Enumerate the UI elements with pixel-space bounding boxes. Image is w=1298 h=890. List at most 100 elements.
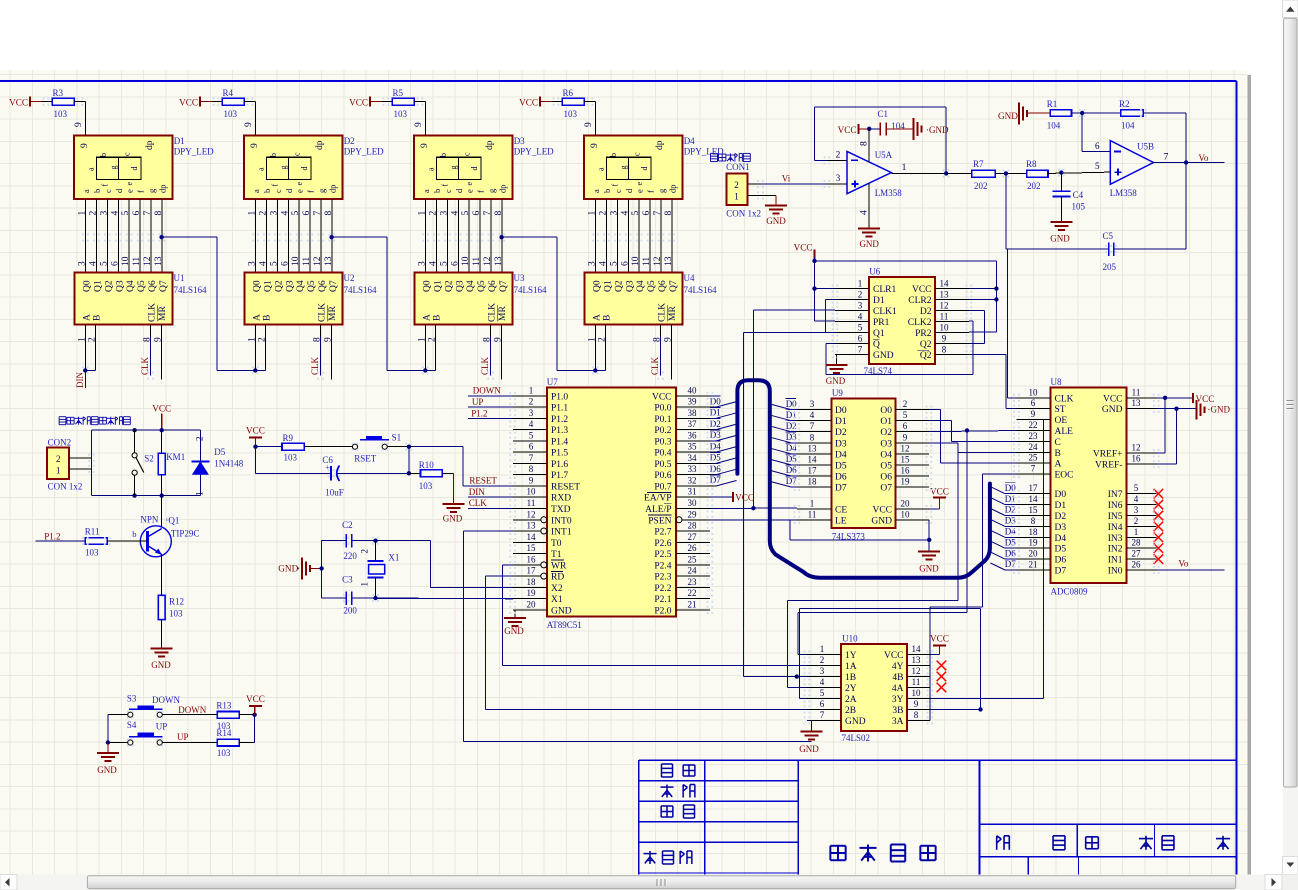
svg-text:6: 6 xyxy=(620,261,630,266)
svg-text:DOWN: DOWN xyxy=(152,695,180,705)
svg-text:4: 4 xyxy=(89,261,99,266)
svg-text:A: A xyxy=(422,314,432,321)
svg-text:9: 9 xyxy=(154,337,164,342)
svg-text:12: 12 xyxy=(483,256,493,266)
svg-text:CON 1x2: CON 1x2 xyxy=(726,209,761,219)
svg-text:GND: GND xyxy=(278,564,298,574)
svg-text:R9: R9 xyxy=(283,433,294,443)
svg-text:15: 15 xyxy=(901,454,911,464)
svg-text:3Y: 3Y xyxy=(892,695,904,705)
svg-text:P0.2: P0.2 xyxy=(654,426,671,436)
svg-text:D4: D4 xyxy=(835,450,847,460)
svg-text:c: c xyxy=(633,152,642,156)
svg-text:U1: U1 xyxy=(174,273,185,283)
svg-text:GND: GND xyxy=(799,744,819,754)
svg-text:D3: D3 xyxy=(835,439,847,449)
svg-text:103: 103 xyxy=(217,748,231,758)
svg-text:CON 1x2: CON 1x2 xyxy=(48,482,83,492)
svg-text:TIP29C: TIP29C xyxy=(171,529,200,539)
svg-text:ST: ST xyxy=(1055,405,1066,415)
svg-text:1: 1 xyxy=(587,337,597,342)
svg-text:20: 20 xyxy=(527,599,537,609)
svg-text:6: 6 xyxy=(280,261,290,266)
svg-text:D7: D7 xyxy=(1055,567,1067,577)
svg-text:Q2: Q2 xyxy=(614,280,624,292)
svg-text:5: 5 xyxy=(121,211,131,216)
svg-text:P0.0: P0.0 xyxy=(654,404,671,414)
svg-text:A: A xyxy=(592,314,602,321)
svg-text:3: 3 xyxy=(418,261,428,266)
svg-text:R14: R14 xyxy=(216,728,232,738)
svg-text:VCC: VCC xyxy=(1196,394,1215,404)
svg-text:a: a xyxy=(81,189,91,193)
svg-text:13: 13 xyxy=(664,256,674,266)
svg-text:6: 6 xyxy=(1095,141,1100,151)
svg-text:220: 220 xyxy=(343,551,357,561)
svg-text:6: 6 xyxy=(529,442,534,452)
svg-text:2: 2 xyxy=(87,337,97,342)
svg-text:B: B xyxy=(92,315,102,321)
svg-text:4: 4 xyxy=(259,261,269,266)
svg-text:D1: D1 xyxy=(1055,501,1067,511)
svg-text:c: c xyxy=(103,189,113,193)
svg-text:S1: S1 xyxy=(392,433,402,443)
svg-text:Q1: Q1 xyxy=(264,280,274,292)
svg-text:U4: U4 xyxy=(684,273,695,283)
svg-text:10: 10 xyxy=(291,256,301,266)
svg-text:9: 9 xyxy=(250,143,260,148)
svg-text:d: d xyxy=(470,167,479,171)
svg-text:U9: U9 xyxy=(832,388,843,398)
svg-text:D1: D1 xyxy=(174,136,185,146)
svg-text:c: c xyxy=(443,189,453,193)
svg-text:O2: O2 xyxy=(880,428,892,438)
svg-text:R1: R1 xyxy=(1047,99,1058,109)
svg-text:MR: MR xyxy=(668,306,678,321)
svg-text:1: 1 xyxy=(77,337,87,342)
svg-text:S4: S4 xyxy=(127,720,137,730)
svg-text:27: 27 xyxy=(1132,549,1142,559)
svg-text:4B: 4B xyxy=(892,673,903,683)
svg-text:dp: dp xyxy=(667,185,677,194)
svg-text:11: 11 xyxy=(912,677,921,687)
svg-text:D0: D0 xyxy=(1055,490,1067,500)
svg-text:IN4: IN4 xyxy=(1108,523,1123,533)
svg-text:104: 104 xyxy=(891,121,905,131)
svg-text:32: 32 xyxy=(688,476,697,486)
svg-text:74LS373: 74LS373 xyxy=(832,532,866,542)
svg-text:103: 103 xyxy=(85,548,99,558)
svg-text:R4: R4 xyxy=(223,88,234,98)
svg-text:17: 17 xyxy=(808,466,818,476)
svg-text:LM358: LM358 xyxy=(875,188,903,198)
svg-text:IN2: IN2 xyxy=(1108,545,1123,555)
svg-text:2: 2 xyxy=(599,211,609,216)
svg-text:Q0: Q0 xyxy=(83,280,93,292)
svg-text:a: a xyxy=(257,167,266,171)
svg-text:P1.3: P1.3 xyxy=(551,426,568,436)
svg-text:10: 10 xyxy=(912,688,922,698)
svg-text:INT0: INT0 xyxy=(551,516,572,526)
svg-text:Q1: Q1 xyxy=(604,280,614,292)
svg-text:GND: GND xyxy=(766,216,786,226)
svg-text:19: 19 xyxy=(1029,538,1039,548)
svg-text:5: 5 xyxy=(631,211,641,216)
svg-text:14: 14 xyxy=(912,644,922,654)
svg-text:Q7: Q7 xyxy=(159,280,169,292)
svg-text:5: 5 xyxy=(903,410,908,420)
svg-text:6: 6 xyxy=(1031,398,1036,408)
svg-text:D2: D2 xyxy=(1055,512,1067,522)
svg-text:GND: GND xyxy=(998,111,1018,121)
svg-text:10: 10 xyxy=(121,256,131,266)
svg-text:B: B xyxy=(262,315,272,321)
svg-text:B: B xyxy=(1055,449,1061,459)
svg-text:104: 104 xyxy=(1121,121,1135,131)
svg-text:2: 2 xyxy=(429,211,439,216)
svg-text:6: 6 xyxy=(903,421,908,431)
svg-text:D6: D6 xyxy=(1055,556,1067,566)
svg-text:f: f xyxy=(611,184,620,187)
svg-text:b: b xyxy=(269,153,278,157)
svg-text:5: 5 xyxy=(1134,483,1139,493)
svg-text:VCC: VCC xyxy=(179,98,198,108)
svg-text:13: 13 xyxy=(527,521,537,531)
svg-text:7: 7 xyxy=(810,421,815,431)
svg-text:Q6: Q6 xyxy=(148,280,158,292)
